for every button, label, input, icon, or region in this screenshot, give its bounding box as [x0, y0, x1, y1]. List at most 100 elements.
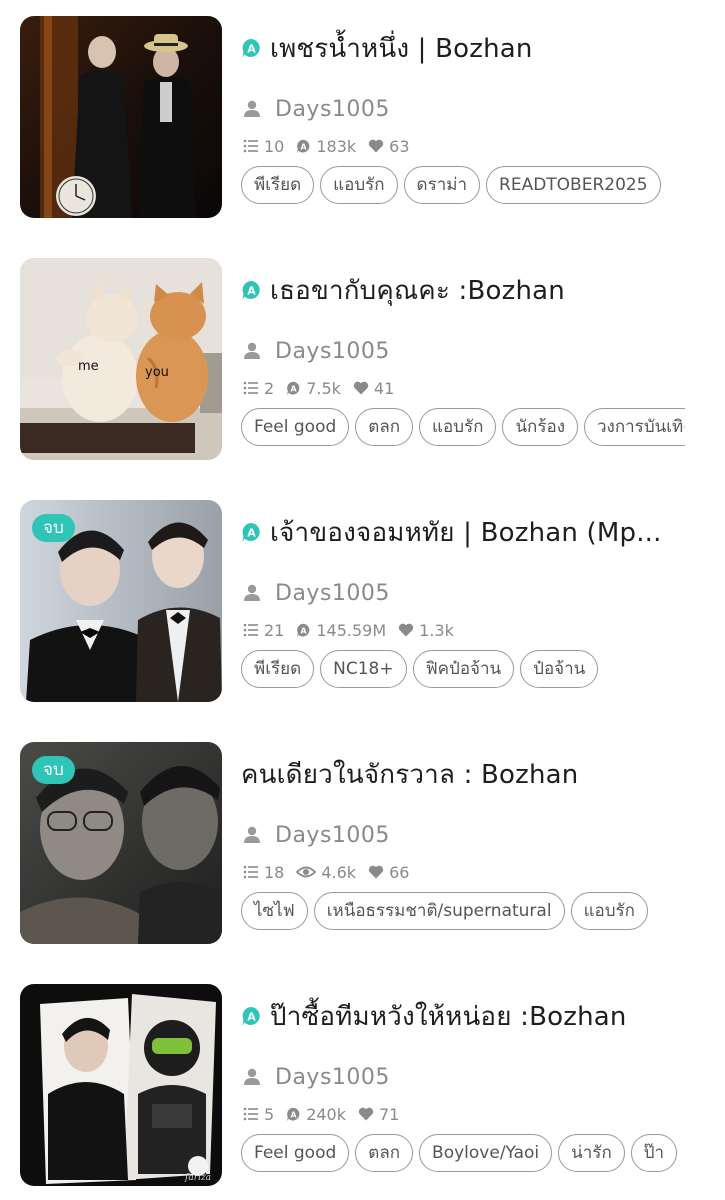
tag-chip[interactable]: Boylove/Yaoi — [419, 1134, 553, 1172]
story-card[interactable]: จบ คนเดียวในจักรวาล : Bozhan Days1005 18… — [0, 742, 725, 944]
story-title-row[interactable]: A เธอขากับคุณคะ :Bozhan — [241, 270, 685, 310]
heart-icon — [369, 139, 384, 153]
svg-text:A: A — [247, 284, 256, 297]
tag-chip[interactable]: แอบรัก — [320, 166, 398, 204]
author-row[interactable]: Days1005 — [243, 94, 390, 124]
svg-text:A: A — [301, 626, 308, 635]
completed-badge: จบ — [32, 756, 75, 784]
badge-a-icon: A — [242, 38, 260, 58]
story-cover[interactable] — [20, 16, 222, 218]
story-card[interactable]: A เพชรน้ำหนึ่ง | Bozhan Days1005 10 A 18… — [0, 16, 725, 218]
story-title-row[interactable]: A เจ้าของจอมหทัย | Bozhan (Mp... — [241, 512, 685, 552]
tag-chip[interactable]: ตลก — [355, 1134, 414, 1172]
svg-text:A: A — [291, 384, 298, 393]
chapter-count: 10 — [243, 137, 284, 156]
author-name: Days1005 — [275, 822, 390, 848]
tag-chip[interactable]: ป๋อจ้าน — [520, 650, 599, 688]
author-row[interactable]: Days1005 — [243, 1062, 390, 1092]
user-icon — [244, 342, 260, 359]
like-count-value: 1.3k — [419, 620, 454, 640]
tag-chip[interactable]: น่ารัก — [558, 1134, 625, 1172]
tag-chip[interactable]: NC18+ — [320, 650, 407, 688]
like-count: 63 — [368, 136, 410, 156]
story-info: A เธอขากับคุณคะ :Bozhan Days1005 2 A 7.5… — [241, 258, 685, 460]
svg-text:A: A — [291, 1110, 298, 1119]
chapter-count-value: 5 — [264, 1104, 275, 1124]
like-count-value: 63 — [389, 136, 410, 156]
like-count: 71 — [358, 1105, 399, 1124]
read-count: A 7.5k — [286, 379, 341, 398]
story-title-row[interactable]: A ป๊าซื้อทีมหวังให้หน่อย :Bozhan — [241, 996, 685, 1036]
stats-row: 5 A 240k 71 — [243, 1102, 411, 1126]
tag-chip[interactable]: ฟิคป๋อจ้าน — [412, 650, 515, 688]
badge-a-icon: A — [297, 139, 310, 153]
like-count: 66 — [368, 863, 409, 882]
tag-chip[interactable]: พีเรียด — [241, 166, 315, 204]
story-title: เธอขากับคุณคะ :Bozhan — [270, 275, 565, 306]
cover-signature: fariza — [184, 1173, 211, 1183]
user-icon — [244, 584, 260, 601]
cover-image: me you — [20, 258, 222, 460]
badge-a-icon: A — [242, 1006, 260, 1026]
story-cover[interactable]: จบ — [20, 500, 222, 702]
stats-row: 18 4.6k 66 — [243, 860, 421, 884]
story-title: เจ้าของจอมหทัย | Bozhan (Mp... — [270, 517, 662, 548]
tag-list: พีเรียด แอบรัก ดราม่า READTOBER2025 — [241, 166, 685, 206]
tag-chip[interactable]: Feel good — [241, 408, 350, 446]
story-cover[interactable]: fariza — [20, 984, 222, 1186]
user-icon — [244, 826, 260, 843]
cover-image: fariza — [20, 984, 222, 1186]
author-row[interactable]: Days1005 — [243, 578, 390, 608]
story-cover[interactable]: จบ — [20, 742, 222, 944]
read-count-value: 240k — [306, 1104, 346, 1124]
heart-icon — [358, 1107, 374, 1121]
cover-label-you: you — [145, 365, 169, 380]
svg-text:A: A — [247, 526, 256, 539]
tag-chip[interactable]: Feel good — [241, 1134, 350, 1172]
tag-chip[interactable]: ดราม่า — [403, 166, 481, 204]
tag-chip[interactable]: ป๊า — [630, 1134, 678, 1172]
story-title-row[interactable]: A เพชรน้ำหนึ่ง | Bozhan — [241, 28, 685, 68]
story-title: ป๊าซื้อทีมหวังให้หน่อย :Bozhan — [270, 1001, 627, 1032]
svg-text:A: A — [247, 1010, 256, 1023]
tag-chip[interactable]: ไซไฟ — [241, 892, 308, 930]
user-icon — [244, 100, 260, 117]
story-card[interactable]: จบ A เจ้าของจอมหทัย | Bozhan (Mp... Days… — [0, 500, 725, 702]
stats-row: 10 A 183k 63 — [243, 134, 422, 158]
chapter-count: 2 — [243, 379, 274, 398]
story-cover[interactable]: me you — [20, 258, 222, 460]
author-row[interactable]: Days1005 — [243, 336, 390, 366]
read-count-value: 145.59M — [316, 620, 387, 640]
tag-chip[interactable]: ตลก — [355, 408, 414, 446]
read-count: A 145.59M — [296, 621, 386, 640]
tag-chip[interactable]: พีเรียด — [241, 650, 315, 688]
story-card[interactable]: me you A เธอขากับคุณคะ :Bozhan Days1005 — [0, 258, 725, 460]
like-count-value: 41 — [373, 378, 395, 398]
read-count-value: 7.5k — [306, 378, 341, 398]
tag-chip[interactable]: เหนือธรรมชาติ/supernatural — [313, 892, 565, 930]
tag-chip[interactable]: แอบรัก — [419, 408, 497, 446]
badge-a-icon: A — [242, 522, 260, 542]
svg-text:A: A — [247, 42, 256, 55]
story-card[interactable]: fariza A ป๊าซื้อทีมหวังให้หน่อย :Bozhan … — [0, 984, 725, 1186]
story-info: A ป๊าซื้อทีมหวังให้หน่อย :Bozhan Days100… — [241, 984, 685, 1186]
like-count-value: 66 — [389, 862, 410, 882]
story-info: คนเดียวในจักรวาล : Bozhan Days1005 18 4.… — [241, 742, 685, 944]
tag-list: Feel good ตลก แอบรัก นักร้อง วงการบันเทิง — [241, 408, 685, 448]
story-list: A เพชรน้ำหนึ่ง | Bozhan Days1005 10 A 18… — [0, 0, 725, 1200]
tag-chip[interactable]: READTOBER2025 — [486, 166, 661, 204]
list-icon — [243, 1107, 258, 1121]
tag-chip[interactable]: แอบรัก — [570, 892, 648, 930]
stats-row: 2 A 7.5k 41 — [243, 376, 406, 400]
tag-chip[interactable]: นักร้อง — [502, 408, 578, 446]
story-info: A เจ้าของจอมหทัย | Bozhan (Mp... Days100… — [241, 500, 685, 702]
tag-chip[interactable]: วงการบันเทิง — [584, 408, 685, 446]
like-count-value: 71 — [379, 1104, 400, 1124]
list-icon — [243, 381, 258, 395]
chapter-count-value: 21 — [264, 620, 285, 640]
completed-badge: จบ — [32, 514, 75, 542]
story-title-row[interactable]: คนเดียวในจักรวาล : Bozhan — [241, 754, 685, 794]
chapter-count: 18 — [243, 863, 284, 882]
chapter-count: 21 — [243, 621, 284, 640]
author-row[interactable]: Days1005 — [243, 820, 390, 850]
